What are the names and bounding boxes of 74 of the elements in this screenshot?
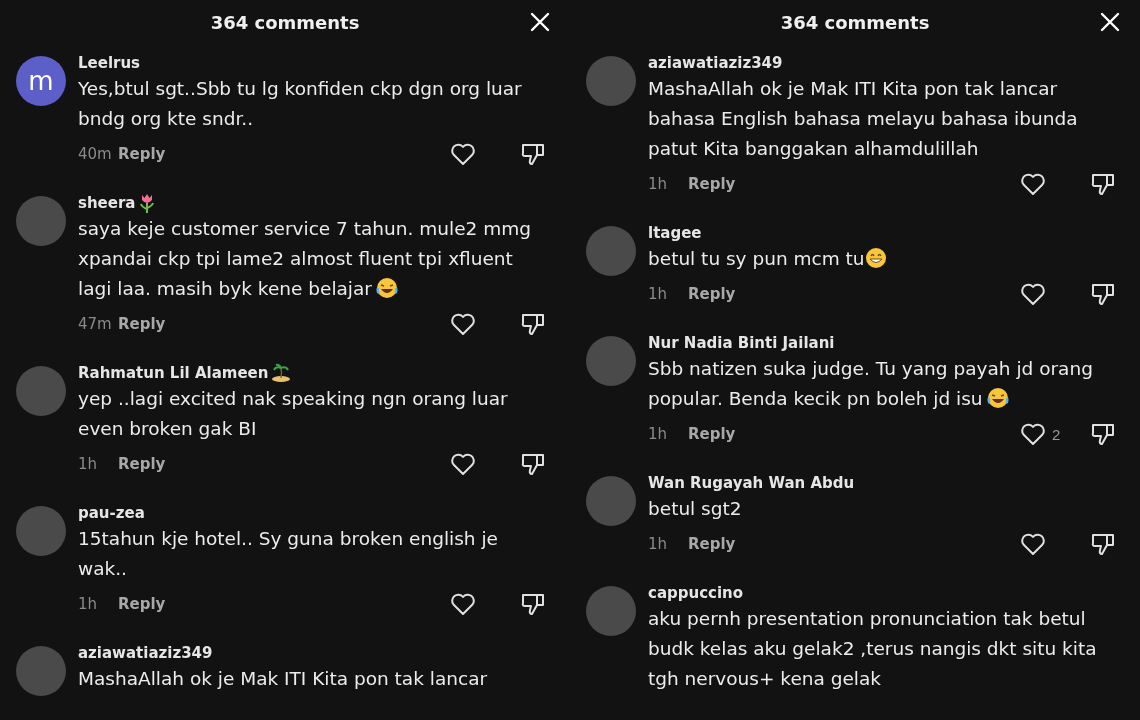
comment-text: MashaAllah ok je Mak ITI Kita pon tak lancar [78,667,489,691]
laughing-face-icon [986,387,1009,409]
comments-title: 364 comments [210,11,360,33]
comment-text: saya keje customer service 7 tahun. mule2 mmg xpandai ckp tpi lame2 almost fluent tpi xfluent lagi laa. masih byk kene belajar [78,217,532,301]
comment-text: betul sgt2 [648,497,743,521]
close-button[interactable] [528,10,552,34]
comment-text: yep ..lagi excited nak speaking ngn orang luar even broken gak BI [78,387,509,441]
reply-link[interactable]: Reply [118,595,166,613]
tulip-icon [138,193,157,213]
thumbs-down-icon [1090,171,1116,197]
username[interactable]: aziawatiaziz349 [648,54,783,72]
close-icon [1100,12,1120,32]
heart-icon [1020,532,1046,556]
reply-link[interactable]: Reply [688,425,736,443]
comment-time: 47m [78,315,113,333]
username[interactable]: Nur Nadia Binti Jailani [648,334,835,352]
reply-link[interactable]: Reply [688,535,736,553]
reply-link[interactable]: Reply [118,145,166,163]
username[interactable]: cappuccino [648,584,744,602]
laughing-face-icon [375,277,398,299]
comment-text: Yes,btul sgt..Sbb tu lg konfiden ckp dgn org luar bndg org kte sndr.. [78,77,523,131]
username[interactable]: Leelrus [78,54,141,72]
reply-link[interactable]: Reply [688,175,736,193]
heart-icon [450,142,476,166]
island-icon [271,363,292,383]
dislike-button[interactable] [1090,421,1116,447]
comment-text: betul tu sy pun mcm tu [648,244,1116,274]
username[interactable]: Wan Rugayah Wan Abdu [648,474,855,492]
thumbs-down-icon [1090,531,1116,557]
dislike-button[interactable] [520,141,546,167]
like-button[interactable]: 2 [1020,422,1090,446]
dislike-button[interactable] [520,451,546,477]
comment-time: 1h [78,595,99,613]
comment-time: 1h [78,455,99,473]
username[interactable]: pau-zea [78,504,145,522]
comment-text: aku pernh presentation pronunciation tak betul budk kelas aku gelak2 ,terus nangis dkt situ kita tgh nervous+ kena gelak [648,607,1098,691]
heart-icon [1020,282,1046,306]
comments-title: 364 comments [780,11,930,33]
reply-link[interactable]: Reply [118,315,166,333]
reply-link[interactable]: Reply [118,455,166,473]
comment-time: 1h [648,285,669,303]
grinning-face-icon [864,247,887,269]
dislike-button[interactable] [520,311,546,337]
comment-time: 1h [648,535,669,553]
heart-icon [1020,422,1046,446]
dislike-button[interactable] [1090,531,1116,557]
close-icon [530,12,550,32]
username[interactable]: aziawatiaziz349 [78,644,213,662]
like-count: 2 [1052,425,1061,443]
username[interactable]: Rahmatun Lil Alameen [78,364,269,382]
username[interactable]: sheera [78,194,136,212]
thumbs-down-icon [1090,281,1116,307]
comment-time: 1h [648,425,669,443]
thumbs-down-icon [520,451,546,477]
dislike-button[interactable] [520,591,546,617]
heart-icon [450,452,476,476]
heart-icon [450,592,476,616]
thumbs-down-icon [520,591,546,617]
reply-link[interactable]: Reply [688,285,736,303]
thumbs-down-icon [1090,421,1116,447]
close-button[interactable] [1098,10,1122,34]
comment-time: 40m [78,145,113,163]
avatar[interactable]: m [16,56,66,106]
comment-text: 15tahun kje hotel.. Sy guna broken english je wak.. [78,527,499,581]
heart-icon [1020,172,1046,196]
dislike-button[interactable] [1090,281,1116,307]
comment-text: Sbb natizen suka judge. Tu yang payah jd orang popular. Benda kecik pn boleh jd isu [648,357,1094,411]
heart-icon [450,312,476,336]
username[interactable]: ltagee [648,224,702,242]
comment-text: MashaAllah ok je Mak ITI Kita pon tak lancar bahasa English bahasa melayu bahasa ibunda patut Kita banggakan alhamdulillah [648,77,1079,161]
thumbs-down-icon [520,141,546,167]
thumbs-down-icon [520,311,546,337]
dislike-button[interactable] [1090,171,1116,197]
comment-time: 1h [648,175,669,193]
